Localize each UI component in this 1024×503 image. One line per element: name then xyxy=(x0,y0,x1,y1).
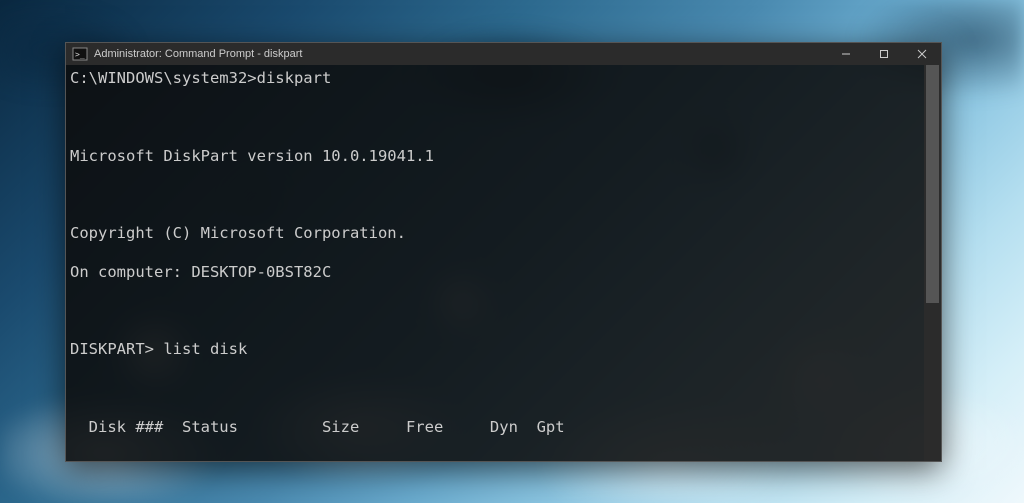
disk-table-header: Disk ### Status Size Free Dyn Gpt xyxy=(70,418,924,437)
terminal-content[interactable]: C:\WINDOWS\system32>diskpart Microsoft D… xyxy=(66,65,924,461)
minimize-button[interactable] xyxy=(827,43,865,65)
maximize-button[interactable] xyxy=(865,43,903,65)
blank-line xyxy=(70,302,924,321)
command-text: diskpart xyxy=(257,69,332,87)
disk-table-divider: -------- ------------- ------- ------- -… xyxy=(70,457,924,462)
terminal-body: C:\WINDOWS\system32>diskpart Microsoft D… xyxy=(66,65,941,461)
prompt-path: C:\WINDOWS\system32> xyxy=(70,69,257,87)
command-prompt-window: >_ Administrator: Command Prompt - diskp… xyxy=(65,42,942,462)
vertical-scrollbar[interactable] xyxy=(924,65,941,461)
command-text: list disk xyxy=(163,340,247,358)
computer-line: On computer: DESKTOP-0BST82C xyxy=(70,263,924,282)
titlebar[interactable]: >_ Administrator: Command Prompt - diskp… xyxy=(66,43,941,65)
svg-text:>_: >_ xyxy=(75,50,85,59)
scrollbar-thumb[interactable] xyxy=(926,65,939,303)
window-title: Administrator: Command Prompt - diskpart xyxy=(94,48,302,60)
close-button[interactable] xyxy=(903,43,941,65)
diskpart-prompt-line: DISKPART> list disk xyxy=(70,340,924,359)
copyright-line: Copyright (C) Microsoft Corporation. xyxy=(70,224,924,243)
cmd-icon: >_ xyxy=(72,46,88,62)
diskpart-prompt: DISKPART> xyxy=(70,340,154,358)
blank-line xyxy=(70,379,924,398)
version-line: Microsoft DiskPart version 10.0.19041.1 xyxy=(70,147,924,166)
blank-line xyxy=(70,108,924,127)
prompt-line: C:\WINDOWS\system32>diskpart xyxy=(70,69,924,88)
blank-line xyxy=(70,185,924,204)
